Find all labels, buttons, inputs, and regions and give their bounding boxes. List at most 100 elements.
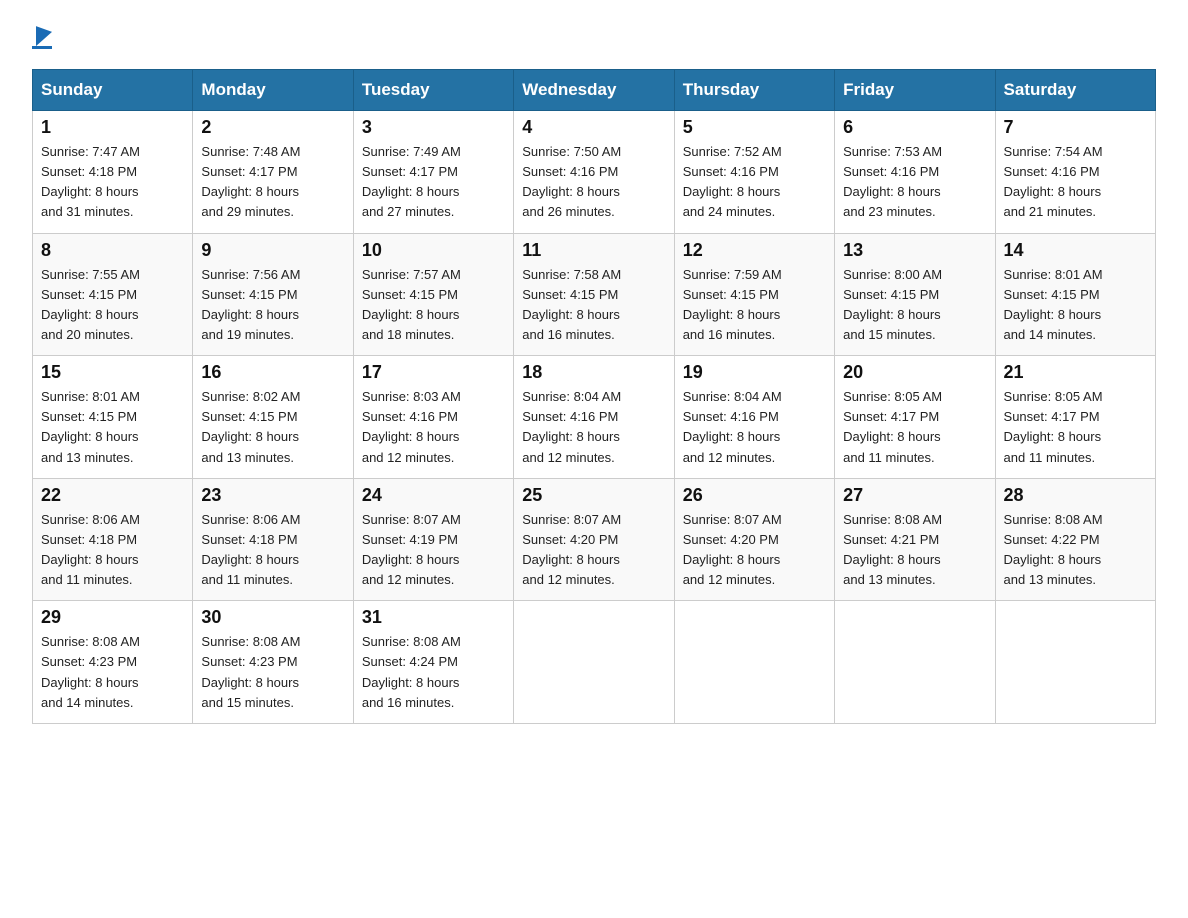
day-cell-3: 3 Sunrise: 7:49 AMSunset: 4:17 PMDaylight… bbox=[353, 111, 513, 234]
day-number: 7 bbox=[1004, 117, 1147, 138]
day-number: 27 bbox=[843, 485, 986, 506]
day-number: 29 bbox=[41, 607, 184, 628]
day-info: Sunrise: 8:07 AMSunset: 4:19 PMDaylight:… bbox=[362, 510, 505, 591]
day-info: Sunrise: 8:05 AMSunset: 4:17 PMDaylight:… bbox=[1004, 387, 1147, 468]
day-cell-6: 6 Sunrise: 7:53 AMSunset: 4:16 PMDaylight… bbox=[835, 111, 995, 234]
day-info: Sunrise: 7:57 AMSunset: 4:15 PMDaylight:… bbox=[362, 265, 505, 346]
header-tuesday: Tuesday bbox=[353, 70, 513, 111]
week-row-3: 15Sunrise: 8:01 AMSunset: 4:15 PMDayligh… bbox=[33, 356, 1156, 479]
day-number: 28 bbox=[1004, 485, 1147, 506]
day-cell-5: 5Sunrise: 7:52 AMSunset: 4:16 PMDaylight… bbox=[674, 111, 834, 234]
week-row-4: 22Sunrise: 8:06 AMSunset: 4:18 PMDayligh… bbox=[33, 478, 1156, 601]
day-cell-7: 7 Sunrise: 7:54 AMSunset: 4:16 PMDaylight… bbox=[995, 111, 1155, 234]
day-cell-27: 27 Sunrise: 8:08 AMSunset: 4:21 PMDayligh… bbox=[835, 478, 995, 601]
empty-cell bbox=[835, 601, 995, 724]
day-info: Sunrise: 7:53 AMSunset: 4:16 PMDaylight:… bbox=[843, 142, 986, 223]
day-info: Sunrise: 8:04 AMSunset: 4:16 PMDaylight:… bbox=[683, 387, 826, 468]
day-number: 17 bbox=[362, 362, 505, 383]
day-info: Sunrise: 7:50 AMSunset: 4:16 PMDaylight:… bbox=[522, 142, 665, 223]
day-cell-13: 13Sunrise: 8:00 AMSunset: 4:15 PMDayligh… bbox=[835, 233, 995, 356]
day-cell-22: 22Sunrise: 8:06 AMSunset: 4:18 PMDayligh… bbox=[33, 478, 193, 601]
day-number: 23 bbox=[201, 485, 344, 506]
day-number: 3 bbox=[362, 117, 505, 138]
day-number: 10 bbox=[362, 240, 505, 261]
day-cell-25: 25 Sunrise: 8:07 AMSunset: 4:20 PMDayligh… bbox=[514, 478, 674, 601]
day-number: 20 bbox=[843, 362, 986, 383]
day-info: Sunrise: 8:08 AMSunset: 4:21 PMDaylight:… bbox=[843, 510, 986, 591]
day-number: 22 bbox=[41, 485, 184, 506]
day-info: Sunrise: 8:07 AMSunset: 4:20 PMDaylight:… bbox=[522, 510, 665, 591]
day-info: Sunrise: 8:08 AMSunset: 4:24 PMDaylight:… bbox=[362, 632, 505, 713]
day-number: 19 bbox=[683, 362, 826, 383]
day-info: Sunrise: 8:08 AMSunset: 4:23 PMDaylight:… bbox=[201, 632, 344, 713]
day-info: Sunrise: 7:49 AMSunset: 4:17 PMDaylight:… bbox=[362, 142, 505, 223]
day-cell-12: 12 Sunrise: 7:59 AMSunset: 4:15 PMDayligh… bbox=[674, 233, 834, 356]
day-cell-16: 16 Sunrise: 8:02 AMSunset: 4:15 PMDayligh… bbox=[193, 356, 353, 479]
header-sunday: Sunday bbox=[33, 70, 193, 111]
day-number: 8 bbox=[41, 240, 184, 261]
logo bbox=[32, 24, 52, 49]
day-cell-28: 28 Sunrise: 8:08 AMSunset: 4:22 PMDayligh… bbox=[995, 478, 1155, 601]
day-cell-8: 8 Sunrise: 7:55 AMSunset: 4:15 PMDaylight… bbox=[33, 233, 193, 356]
day-info: Sunrise: 7:47 AMSunset: 4:18 PMDaylight:… bbox=[41, 142, 184, 223]
day-info: Sunrise: 8:08 AMSunset: 4:23 PMDaylight:… bbox=[41, 632, 184, 713]
day-cell-14: 14 Sunrise: 8:01 AMSunset: 4:15 PMDayligh… bbox=[995, 233, 1155, 356]
day-cell-23: 23Sunrise: 8:06 AMSunset: 4:18 PMDayligh… bbox=[193, 478, 353, 601]
empty-cell bbox=[674, 601, 834, 724]
day-number: 2 bbox=[201, 117, 344, 138]
day-cell-29: 29 Sunrise: 8:08 AMSunset: 4:23 PMDayligh… bbox=[33, 601, 193, 724]
day-cell-31: 31 Sunrise: 8:08 AMSunset: 4:24 PMDayligh… bbox=[353, 601, 513, 724]
day-info: Sunrise: 7:54 AMSunset: 4:16 PMDaylight:… bbox=[1004, 142, 1147, 223]
header-friday: Friday bbox=[835, 70, 995, 111]
day-info: Sunrise: 8:00 AMSunset: 4:15 PMDaylight:… bbox=[843, 265, 986, 346]
day-cell-4: 4 Sunrise: 7:50 AMSunset: 4:16 PMDaylight… bbox=[514, 111, 674, 234]
day-cell-1: 1Sunrise: 7:47 AMSunset: 4:18 PMDaylight… bbox=[33, 111, 193, 234]
day-number: 4 bbox=[522, 117, 665, 138]
week-row-5: 29 Sunrise: 8:08 AMSunset: 4:23 PMDayligh… bbox=[33, 601, 1156, 724]
day-number: 6 bbox=[843, 117, 986, 138]
header-saturday: Saturday bbox=[995, 70, 1155, 111]
page-header bbox=[32, 24, 1156, 49]
header-wednesday: Wednesday bbox=[514, 70, 674, 111]
day-cell-15: 15Sunrise: 8:01 AMSunset: 4:15 PMDayligh… bbox=[33, 356, 193, 479]
day-number: 16 bbox=[201, 362, 344, 383]
week-row-2: 8 Sunrise: 7:55 AMSunset: 4:15 PMDaylight… bbox=[33, 233, 1156, 356]
day-info: Sunrise: 8:08 AMSunset: 4:22 PMDaylight:… bbox=[1004, 510, 1147, 591]
day-number: 24 bbox=[362, 485, 505, 506]
day-info: Sunrise: 8:05 AMSunset: 4:17 PMDaylight:… bbox=[843, 387, 986, 468]
day-cell-11: 11 Sunrise: 7:58 AMSunset: 4:15 PMDayligh… bbox=[514, 233, 674, 356]
day-cell-26: 26Sunrise: 8:07 AMSunset: 4:20 PMDayligh… bbox=[674, 478, 834, 601]
day-number: 14 bbox=[1004, 240, 1147, 261]
day-info: Sunrise: 8:01 AMSunset: 4:15 PMDaylight:… bbox=[41, 387, 184, 468]
day-info: Sunrise: 7:48 AMSunset: 4:17 PMDaylight:… bbox=[201, 142, 344, 223]
day-cell-24: 24 Sunrise: 8:07 AMSunset: 4:19 PMDayligh… bbox=[353, 478, 513, 601]
day-info: Sunrise: 8:02 AMSunset: 4:15 PMDaylight:… bbox=[201, 387, 344, 468]
day-info: Sunrise: 8:07 AMSunset: 4:20 PMDaylight:… bbox=[683, 510, 826, 591]
header-thursday: Thursday bbox=[674, 70, 834, 111]
day-info: Sunrise: 7:59 AMSunset: 4:15 PMDaylight:… bbox=[683, 265, 826, 346]
day-cell-2: 2 Sunrise: 7:48 AMSunset: 4:17 PMDaylight… bbox=[193, 111, 353, 234]
day-number: 5 bbox=[683, 117, 826, 138]
day-number: 25 bbox=[522, 485, 665, 506]
day-number: 11 bbox=[522, 240, 665, 261]
empty-cell bbox=[514, 601, 674, 724]
day-cell-20: 20 Sunrise: 8:05 AMSunset: 4:17 PMDayligh… bbox=[835, 356, 995, 479]
day-cell-30: 30 Sunrise: 8:08 AMSunset: 4:23 PMDayligh… bbox=[193, 601, 353, 724]
day-number: 9 bbox=[201, 240, 344, 261]
day-cell-19: 19 Sunrise: 8:04 AMSunset: 4:16 PMDayligh… bbox=[674, 356, 834, 479]
logo-underline bbox=[32, 46, 52, 49]
day-number: 31 bbox=[362, 607, 505, 628]
day-info: Sunrise: 8:04 AMSunset: 4:16 PMDaylight:… bbox=[522, 387, 665, 468]
day-info: Sunrise: 7:55 AMSunset: 4:15 PMDaylight:… bbox=[41, 265, 184, 346]
calendar-header-row: SundayMondayTuesdayWednesdayThursdayFrid… bbox=[33, 70, 1156, 111]
day-number: 12 bbox=[683, 240, 826, 261]
day-info: Sunrise: 7:56 AMSunset: 4:15 PMDaylight:… bbox=[201, 265, 344, 346]
day-cell-18: 18Sunrise: 8:04 AMSunset: 4:16 PMDayligh… bbox=[514, 356, 674, 479]
empty-cell bbox=[995, 601, 1155, 724]
day-cell-9: 9 Sunrise: 7:56 AMSunset: 4:15 PMDaylight… bbox=[193, 233, 353, 356]
day-info: Sunrise: 8:01 AMSunset: 4:15 PMDaylight:… bbox=[1004, 265, 1147, 346]
day-cell-21: 21Sunrise: 8:05 AMSunset: 4:17 PMDayligh… bbox=[995, 356, 1155, 479]
day-number: 30 bbox=[201, 607, 344, 628]
day-cell-17: 17Sunrise: 8:03 AMSunset: 4:16 PMDayligh… bbox=[353, 356, 513, 479]
day-info: Sunrise: 7:58 AMSunset: 4:15 PMDaylight:… bbox=[522, 265, 665, 346]
